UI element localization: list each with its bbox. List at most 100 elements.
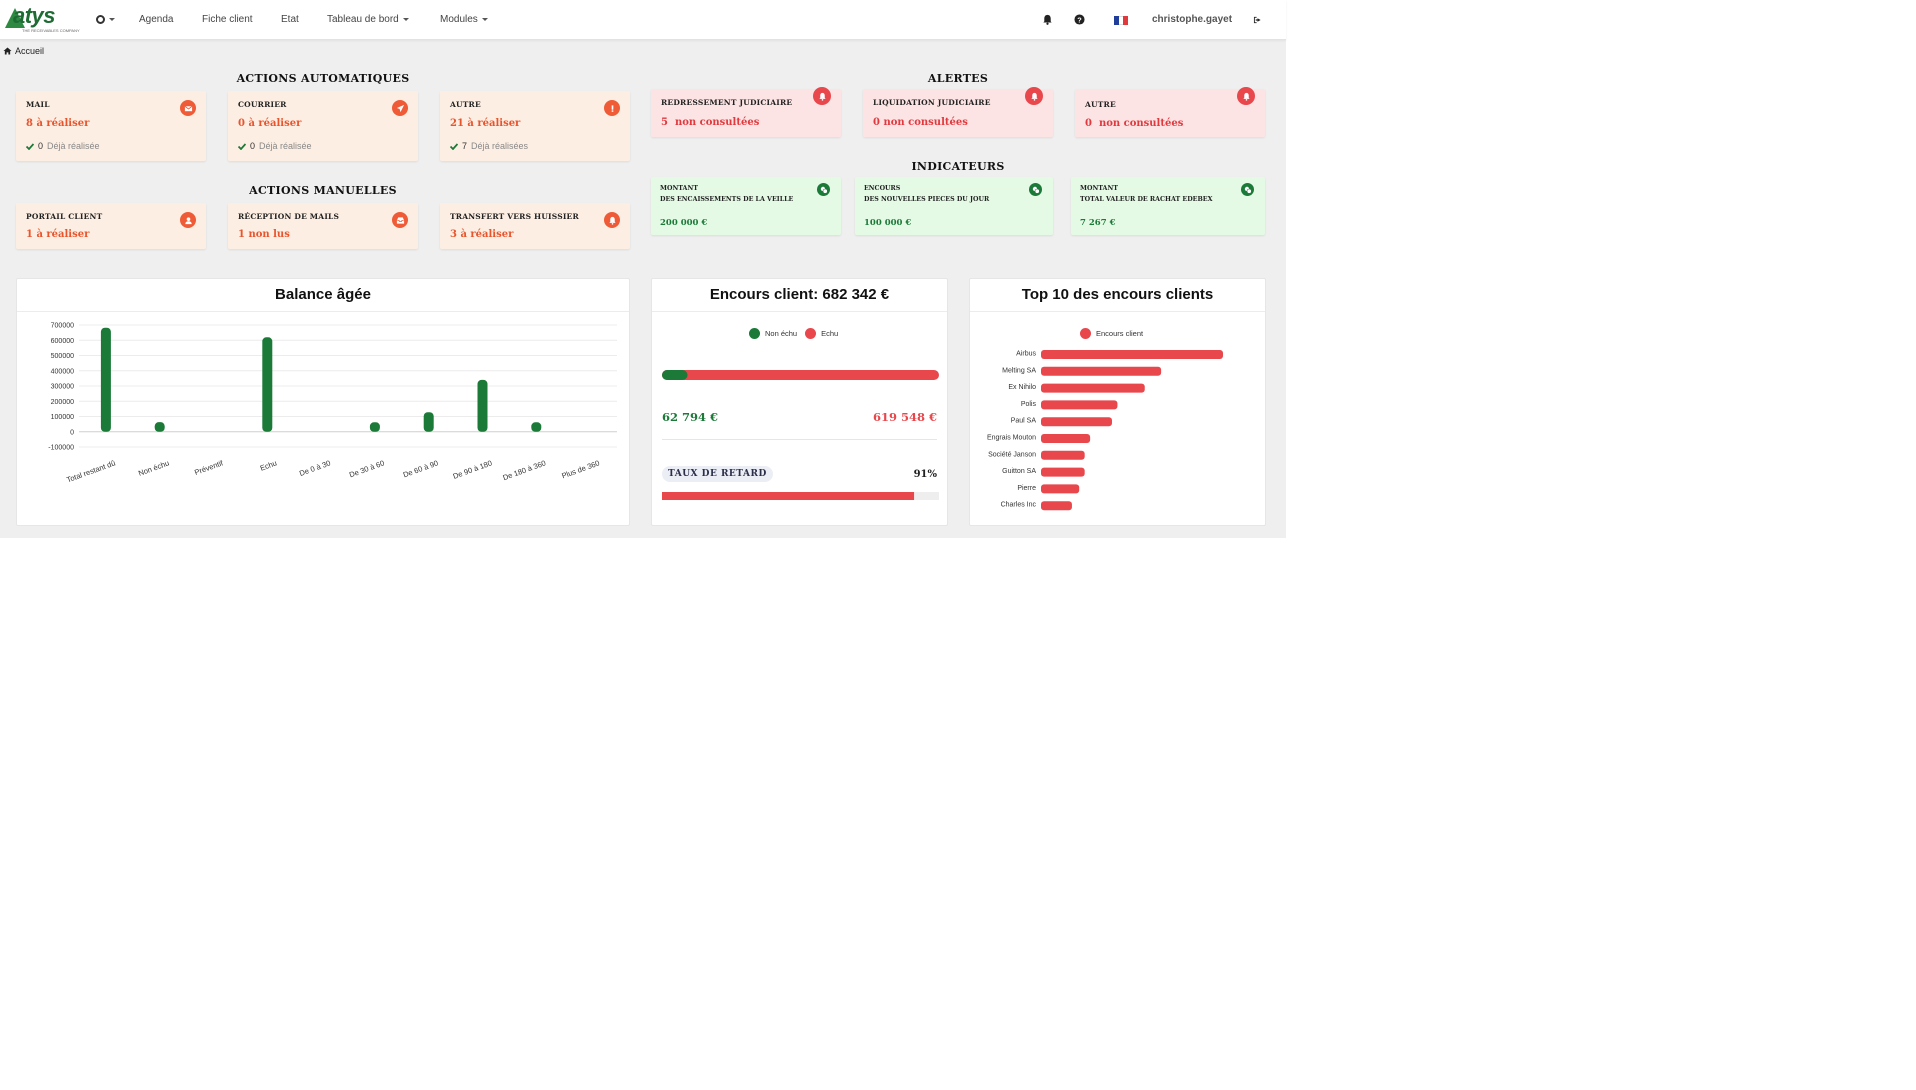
nav-modules[interactable]: Modules <box>440 0 488 40</box>
card-indicator-encaissements[interactable]: MONTANT DES ENCAISSEMENTS DE LA VEILLE 2… <box>651 177 841 235</box>
bell-icon[interactable] <box>1042 14 1053 25</box>
bell-icon <box>604 212 620 228</box>
card-title: REDRESSEMENT JUDICIAIRE <box>661 98 793 107</box>
legend-label-encours[interactable]: Encours client <box>1096 329 1143 338</box>
logo[interactable]: atys THE RECEIVABLES COMPANY <box>5 3 80 34</box>
card-indicator-edebex[interactable]: MONTANT TOTAL VALEUR DE RACHAT EDEBEX 7 … <box>1071 177 1265 235</box>
card-value: 1 non lus <box>238 229 290 240</box>
bar[interactable] <box>531 422 542 432</box>
y-tick-label: Engrais Mouton <box>987 435 1036 442</box>
bar[interactable] <box>1041 434 1091 443</box>
bar-non-echu[interactable] <box>662 370 688 380</box>
nav-tableau-de-bord[interactable]: Tableau de bord <box>327 0 409 40</box>
nav-modules-label: Modules <box>440 14 478 25</box>
card-manual-reception-mails[interactable]: RÉCEPTION DE MAILS 1 non lus <box>228 203 418 249</box>
nav-fiche-client[interactable]: Fiche client <box>202 0 253 40</box>
card-done: 0 Déjà réalisée <box>238 141 312 151</box>
indicator-value: 100 000 € <box>864 218 912 228</box>
top10-legend: Encours client <box>1080 328 1143 339</box>
card-manual-transfert-huissier[interactable]: TRANSFERT VERS HUISSIER 3 à réaliser <box>440 203 630 249</box>
done-count: 7 <box>462 141 468 151</box>
y-tick-label: 200000 <box>51 399 74 406</box>
legend-label-non-echu[interactable]: Non échu <box>765 329 797 338</box>
bar[interactable] <box>1041 450 1085 460</box>
breadcrumb-home: Accueil <box>15 46 45 56</box>
bar[interactable] <box>1041 467 1085 477</box>
card-value: 1 à réaliser <box>26 229 90 240</box>
indicator-title: MONTANT DES ENCAISSEMENTS DE LA VEILLE <box>660 184 793 205</box>
bar[interactable] <box>100 327 111 432</box>
card-value: 0 à réaliser <box>238 118 302 129</box>
alert-label: non consultées <box>674 117 760 128</box>
envelope-icon <box>180 100 196 116</box>
x-tick-label: De 90 à 180 <box>452 458 493 480</box>
bar[interactable] <box>1041 366 1162 376</box>
panel-title: Encours client: 682 342 € <box>652 279 947 312</box>
legend-dot-echu <box>805 328 817 339</box>
card-value: 5 non consultées <box>661 117 759 128</box>
exclamation-icon <box>604 100 620 116</box>
card-title: RÉCEPTION DE MAILS <box>238 212 340 221</box>
indicator-value: 7 267 € <box>1080 218 1116 228</box>
breadcrumb[interactable]: Accueil <box>3 46 44 56</box>
card-indicator-encours[interactable]: ENCOURS DES NOUVELLES PIECES DU JOUR 100… <box>855 177 1053 235</box>
panel-top10-encours: Top 10 des encours clients Encours clien… <box>969 278 1266 526</box>
user-name[interactable]: christophe.gayet <box>1152 0 1232 40</box>
section-title-indicators: INDICATEURS <box>911 160 1005 173</box>
balance-chart[interactable]: 700000 600000 500000 400000 300000 200000 1000… <box>17 313 629 525</box>
card-action-mail[interactable]: MAIL 8 à réaliser 0 Déjà réalisée <box>16 91 206 161</box>
bar[interactable] <box>1041 501 1072 511</box>
nav-tableau-de-bord-label: Tableau de bord <box>327 14 399 25</box>
card-title: TRANSFERT VERS HUISSIER <box>450 212 579 221</box>
encours-legend: Non échu Echu <box>749 328 838 339</box>
nav-etat[interactable]: Etat <box>281 0 299 40</box>
card-alert-redressement[interactable]: REDRESSEMENT JUDICIAIRE 5 non consultées <box>651 87 841 137</box>
panel-title: Top 10 des encours clients <box>970 279 1265 312</box>
bar-echu[interactable] <box>662 370 939 380</box>
check-icon <box>26 142 34 150</box>
nav-agenda[interactable]: Agenda <box>139 0 173 40</box>
bar[interactable] <box>262 337 273 432</box>
alert-count: 5 <box>661 117 668 128</box>
encours-echu-value: 619 548 € <box>872 410 937 424</box>
indicator-title-line2: DES NOUVELLES PIECES DU JOUR <box>864 195 990 203</box>
bar[interactable] <box>1041 484 1080 494</box>
bar[interactable] <box>1041 350 1223 359</box>
legend-dot-non-echu <box>749 328 760 339</box>
card-action-autre[interactable]: AUTRE 21 à réaliser 7 Déjà réalisées <box>440 91 630 161</box>
bar[interactable] <box>1041 383 1145 393</box>
section-title-actions-auto: ACTIONS AUTOMATIQUES <box>236 72 410 85</box>
card-title: MAIL <box>26 100 50 109</box>
y-tick-label: Ex Nihilo <box>1008 384 1036 391</box>
y-tick-label: 0 <box>70 429 74 436</box>
indicator-title: ENCOURS DES NOUVELLES PIECES DU JOUR <box>864 184 989 205</box>
top10-chart[interactable]: Airbus Melting SA Ex Nihilo Polis Paul SA Eng… <box>970 343 1267 523</box>
send-icon <box>392 100 408 116</box>
indicator-title: MONTANT TOTAL VALEUR DE RACHAT EDEBEX <box>1080 184 1212 205</box>
bar[interactable] <box>1041 400 1118 410</box>
check-icon <box>238 142 246 150</box>
legend-label-echu[interactable]: Echu <box>821 329 838 338</box>
logout-icon[interactable] <box>1253 16 1262 24</box>
encours-stacked-bar[interactable] <box>652 367 949 397</box>
indicator-title-line1: MONTANT <box>1080 185 1118 192</box>
x-tick-label: De 30 à 60 <box>348 458 386 479</box>
flag-fr-icon[interactable] <box>1114 16 1129 25</box>
y-tick-label: Airbus <box>1016 351 1036 358</box>
card-manual-portail-client[interactable]: PORTAIL CLIENT 1 à réaliser <box>16 203 206 249</box>
bar[interactable] <box>369 422 380 432</box>
bell-icon <box>1025 87 1043 105</box>
bar[interactable] <box>423 412 434 432</box>
settings-menu[interactable] <box>96 0 115 40</box>
card-alert-autre[interactable]: AUTRE 0 non consultées <box>1075 87 1265 137</box>
done-count: 0 <box>250 141 256 151</box>
bar[interactable] <box>477 379 488 432</box>
card-alert-liquidation[interactable]: LIQUIDATION JUDICIAIRE 0 non consultées <box>863 87 1053 137</box>
taux-retard-label: TAUX DE RETARD <box>662 466 773 482</box>
bar[interactable] <box>1041 417 1112 427</box>
bar[interactable] <box>154 422 165 432</box>
x-tick-label: Total restant dû <box>65 458 116 484</box>
help-icon[interactable]: ? <box>1074 14 1085 25</box>
card-title: PORTAIL CLIENT <box>26 212 103 221</box>
card-action-courrier[interactable]: COURRIER 0 à réaliser 0 Déjà réalisée <box>228 91 418 161</box>
